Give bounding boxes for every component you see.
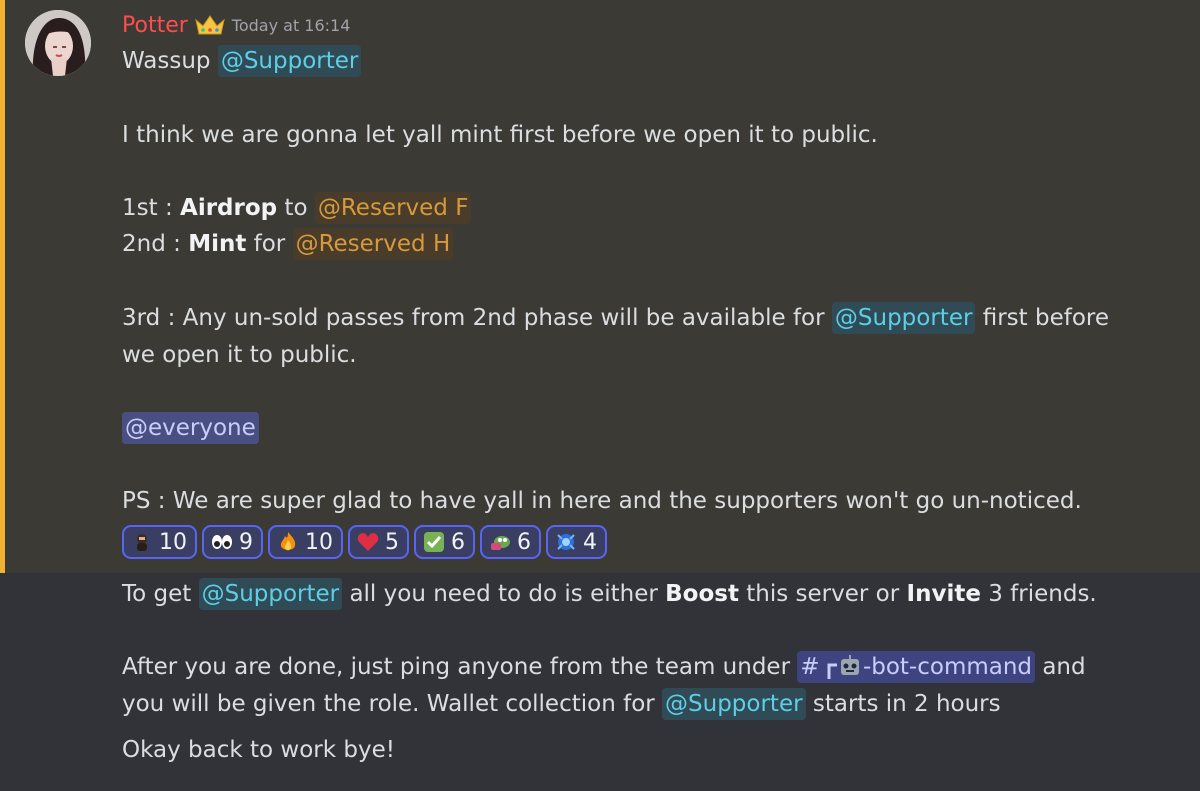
message-line: Wassup @Supporter	[122, 43, 362, 79]
mention-highlight-bar	[0, 0, 5, 573]
reaction-button[interactable]: 6	[414, 525, 475, 559]
custom-blue-emoji-icon	[555, 531, 577, 553]
heart-emoji-icon	[357, 531, 379, 553]
text: Wassup	[122, 48, 218, 74]
reaction-count: 5	[385, 529, 399, 555]
text: 3rd : Any un-sold passes from 2nd phase …	[122, 305, 832, 331]
message-line: we open it to public.	[122, 342, 357, 368]
reaction-count: 10	[305, 529, 333, 555]
text: 1st :	[122, 195, 181, 221]
text: To get	[122, 581, 199, 607]
reaction-button[interactable]: 5	[348, 525, 409, 559]
reaction-button[interactable]: 10	[122, 525, 197, 559]
reaction-count: 9	[239, 529, 253, 555]
everyone-mention[interactable]: @everyone	[122, 412, 259, 444]
bold-text: Boost	[665, 581, 739, 607]
message-line: 2nd : Mint for @Reserved H	[122, 226, 454, 262]
reactions-bar: 10 9 10 5 6 6 4	[122, 525, 607, 559]
reserved-h-mention[interactable]: @Reserved H	[292, 228, 454, 260]
reaction-count: 6	[517, 529, 531, 555]
channel-mention[interactable]: # -bot-command	[797, 651, 1036, 683]
text: you will be given the role. Wallet colle…	[122, 691, 663, 717]
text: starts in 2 hours	[805, 691, 1001, 717]
bold-text: Invite	[906, 581, 981, 607]
message-line: you will be given the role. Wallet colle…	[122, 686, 1001, 722]
bold-text: Airdrop	[180, 195, 278, 221]
fire-emoji-icon	[277, 531, 299, 553]
reaction-button[interactable]: 10	[268, 525, 343, 559]
text: 3 friends.	[980, 581, 1097, 607]
text: for	[246, 231, 293, 257]
text: all you need to do is either	[342, 581, 666, 607]
hash-icon: #	[800, 654, 820, 680]
message-line: I think we are gonna let yall mint first…	[122, 122, 878, 148]
bold-text: Mint	[188, 231, 247, 257]
reaction-button[interactable]: 4	[546, 525, 607, 559]
text: and	[1035, 654, 1086, 680]
check-emoji-icon	[423, 531, 445, 553]
text: After you are done, just ping anyone fro…	[122, 654, 798, 680]
text: this server or	[738, 581, 907, 607]
reserved-f-mention[interactable]: @Reserved F	[314, 192, 472, 224]
message-line: 1st : Airdrop to @Reserved F	[122, 190, 472, 226]
supporter-mention[interactable]: @Supporter	[217, 45, 362, 77]
text: first before	[975, 305, 1110, 331]
message-header: Potter Today at 16:14	[122, 8, 350, 42]
channel-name: -bot-command	[862, 654, 1033, 680]
reaction-button[interactable]: 6	[480, 525, 541, 559]
message-line: Okay back to work bye!	[122, 737, 395, 763]
supporter-mention[interactable]: @Supporter	[831, 302, 976, 334]
text: to	[277, 195, 315, 221]
robot-icon	[827, 654, 863, 681]
timestamp: Today at 16:14	[231, 15, 351, 35]
supporter-mention[interactable]: @Supporter	[198, 578, 343, 610]
supporter-mention[interactable]: @Supporter	[662, 688, 806, 720]
custom-avatar-emoji-icon	[131, 531, 153, 553]
eyes-emoji-icon	[211, 531, 233, 553]
message-line: 3rd : Any un-sold passes from 2nd phase …	[122, 300, 1109, 336]
message-line: After you are done, just ping anyone fro…	[122, 649, 1086, 685]
avatar[interactable]	[25, 10, 91, 76]
text: 2nd :	[122, 231, 189, 257]
username[interactable]: Potter	[122, 13, 188, 38]
message-line: PS : We are super glad to have yall in h…	[122, 488, 1082, 514]
custom-pepe-emoji-icon	[489, 531, 511, 553]
crown-icon	[194, 14, 226, 36]
message-line: @everyone	[122, 410, 259, 446]
message-line: To get @Supporter all you need to do is …	[122, 576, 1097, 612]
reaction-count: 6	[451, 529, 465, 555]
reaction-button[interactable]: 9	[202, 525, 263, 559]
reaction-count: 4	[583, 529, 597, 555]
reaction-count: 10	[159, 529, 187, 555]
